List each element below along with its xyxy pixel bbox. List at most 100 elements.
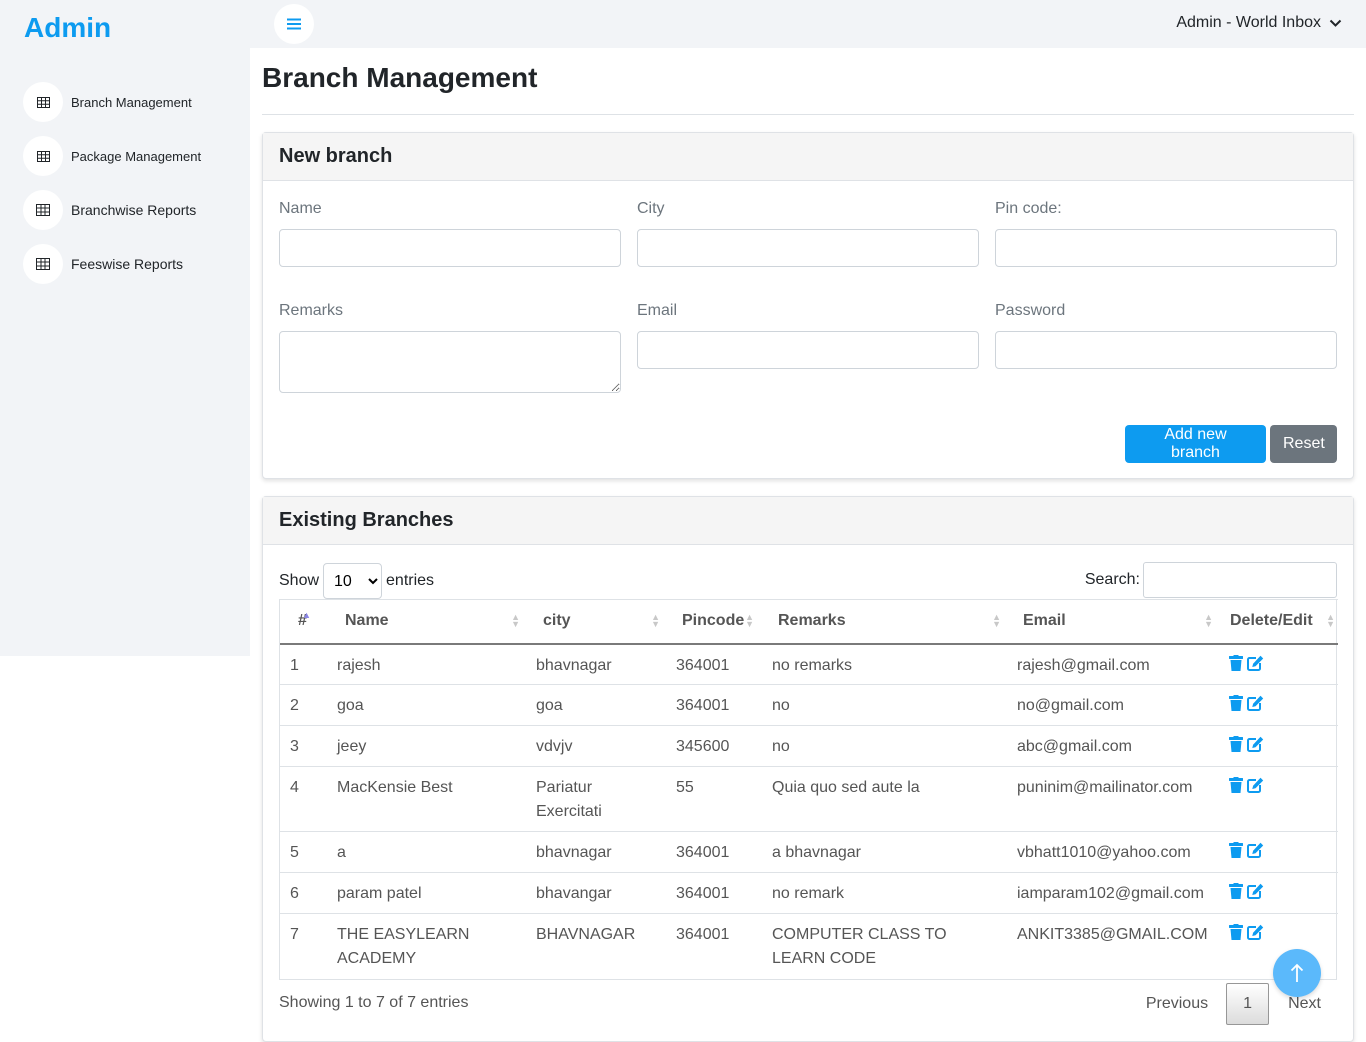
edit-icon[interactable] [1247, 736, 1264, 752]
column-header-city[interactable]: city ▲ ▼ [526, 599, 666, 645]
table-icon [23, 190, 63, 230]
cell-actions [1219, 725, 1338, 767]
cell-email: no@gmail.com [1007, 684, 1219, 726]
cell-remarks: no [762, 684, 1007, 726]
cell-email: iamparam102@gmail.com [1007, 872, 1219, 914]
email-input[interactable] [637, 331, 979, 369]
sidebar-menu: Branch Management Package Management Bra… [23, 82, 243, 298]
edit-icon[interactable] [1247, 695, 1264, 711]
table-header-row: # ▲ Name ▲ ▼ city ▲ ▼ Pincode ▲ ▼ Remark… [280, 599, 1338, 645]
sidebar-item-label: Package Management [71, 148, 202, 164]
password-input[interactable] [995, 331, 1337, 369]
table-icon [23, 244, 63, 284]
column-header-pincode[interactable]: Pincode ▲ ▼ [666, 599, 762, 645]
column-header-label: Name [345, 612, 389, 630]
cell-email: puninim@mailinator.com [1007, 766, 1219, 832]
cell-pincode: 364001 [666, 913, 762, 979]
pincode-input[interactable] [995, 229, 1337, 267]
cell-number: 6 [280, 872, 327, 914]
sidebar-item-feeswise-reports[interactable]: Feeswise Reports [23, 244, 243, 284]
cell-number: 5 [280, 831, 327, 873]
column-header-name[interactable]: Name ▲ ▼ [327, 599, 526, 645]
cell-number: 1 [280, 643, 327, 685]
table-row: 3 jeey vdvjv 345600 no abc@gmail.com [280, 725, 1338, 767]
edit-icon[interactable] [1247, 924, 1264, 940]
search-input[interactable] [1143, 562, 1337, 598]
name-label: Name [279, 200, 322, 217]
menu-toggle-button[interactable] [274, 4, 314, 44]
edit-icon[interactable] [1247, 777, 1264, 793]
column-header-email[interactable]: Email ▲ ▼ [1007, 599, 1219, 645]
column-header-label: Email [1023, 612, 1066, 630]
cell-city: Pariatur Exercitati [526, 766, 666, 832]
page-1-button[interactable]: 1 [1226, 983, 1270, 1025]
scroll-to-top-button[interactable] [1273, 949, 1321, 997]
delete-icon[interactable] [1229, 883, 1243, 899]
add-new-branch-button[interactable]: Add new branch [1125, 425, 1266, 463]
table-row: 4 MacKensie Best Pariatur Exercitati 55 … [280, 766, 1338, 832]
edit-icon[interactable] [1247, 842, 1264, 858]
cell-actions [1219, 872, 1338, 914]
delete-icon[interactable] [1229, 695, 1243, 711]
brand-logo[interactable]: Admin [24, 12, 111, 44]
arrow-up-icon [1290, 963, 1304, 982]
reset-button[interactable]: Reset [1270, 425, 1337, 463]
sort-icon: ▲ ▼ [651, 612, 660, 629]
cell-number: 4 [280, 766, 327, 832]
cell-pincode: 345600 [666, 725, 762, 767]
cell-name: goa [327, 684, 526, 726]
cell-name: rajesh [327, 643, 526, 685]
delete-icon[interactable] [1229, 777, 1243, 793]
column-header-actions[interactable]: Delete/Edit ▲ ▼ [1219, 599, 1338, 645]
cell-city: BHAVNAGAR [526, 913, 666, 979]
hamburger-icon [287, 18, 301, 30]
column-header-number[interactable]: # ▲ [280, 599, 327, 645]
remarks-textarea[interactable] [279, 331, 621, 393]
cell-name: param patel [327, 872, 526, 914]
table-row: 1 rajesh bhavnagar 364001 no remarks raj… [280, 643, 1338, 685]
password-label: Password [995, 302, 1066, 319]
cell-actions [1219, 831, 1338, 873]
cell-actions [1219, 766, 1338, 832]
delete-icon[interactable] [1229, 842, 1243, 858]
cell-number: 3 [280, 725, 327, 767]
entries-select[interactable]: 10 [323, 563, 383, 599]
table-icon [23, 136, 63, 176]
sidebar-item-label: Branch Management [71, 94, 192, 110]
cell-remarks: no remark [762, 872, 1007, 914]
page-title: Branch Management [262, 62, 538, 93]
delete-icon[interactable] [1229, 654, 1243, 671]
sort-icon: ▲ ▼ [745, 612, 754, 629]
user-menu[interactable]: Admin - World Inbox [1176, 14, 1342, 32]
cell-remarks: no remarks [762, 643, 1007, 685]
table-row: 7 THE EASYLEARN ACADEMY BHAVNAGAR 364001… [280, 913, 1338, 979]
table-row: 2 goa goa 364001 no no@gmail.com [280, 684, 1338, 726]
edit-icon[interactable] [1247, 655, 1264, 671]
table-info: Showing 1 to 7 of 7 entries [279, 994, 469, 1011]
previous-page-button[interactable]: Previous [1128, 983, 1226, 1025]
pincode-label: Pin code: [995, 200, 1062, 217]
sidebar-item-package-management[interactable]: Package Management [23, 136, 243, 176]
sidebar-item-branch-management[interactable]: Branch Management [23, 82, 243, 122]
card-title: New branch [263, 133, 1353, 181]
cell-pincode: 364001 [666, 684, 762, 726]
column-header-remarks[interactable]: Remarks ▲ ▼ [762, 599, 1007, 645]
delete-icon[interactable] [1229, 736, 1243, 752]
topbar: Admin - World Inbox [250, 0, 1366, 48]
sidebar-item-branchwise-reports[interactable]: Branchwise Reports [23, 190, 243, 230]
sort-icon: ▲ ▼ [511, 612, 520, 629]
delete-icon[interactable] [1229, 924, 1243, 940]
divider [262, 114, 1354, 115]
cell-remarks: Quia quo sed aute la [762, 766, 1007, 832]
cell-number: 7 [280, 913, 327, 979]
city-input[interactable] [637, 229, 979, 267]
search-label: Search: [1084, 571, 1140, 588]
name-input[interactable] [279, 229, 621, 267]
user-menu-label: Admin - World Inbox [1176, 14, 1321, 31]
cell-city: bhavnagar [526, 831, 666, 873]
email-label: Email [637, 302, 678, 319]
cell-name: THE EASYLEARN ACADEMY [327, 913, 526, 979]
edit-icon[interactable] [1247, 883, 1264, 899]
sort-ascending-icon: ▲ [302, 610, 311, 620]
cell-pincode: 55 [666, 766, 762, 832]
